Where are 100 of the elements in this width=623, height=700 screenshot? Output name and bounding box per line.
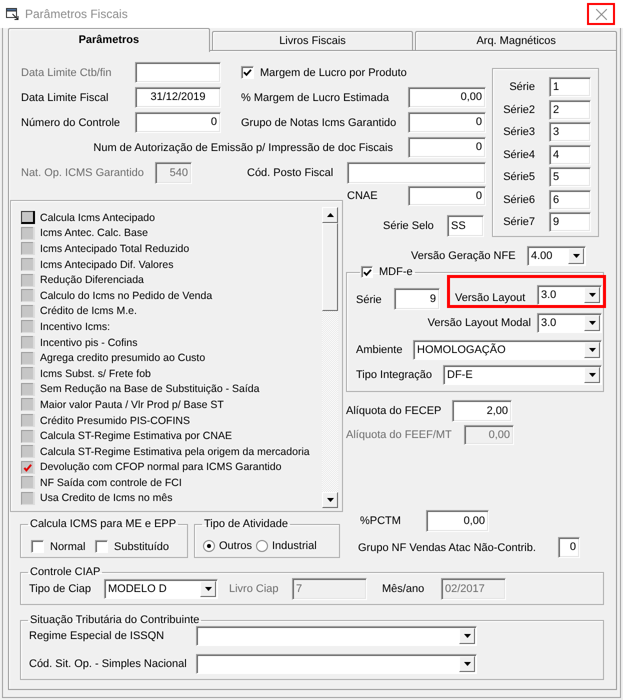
group-title: Calcula ICMS para ME e EPP bbox=[29, 518, 178, 530]
field-label: Num de Autorização de Emissão p/ Impressão de doc Fiscais bbox=[93, 142, 393, 154]
text-field[interactable]: 9 bbox=[549, 212, 591, 232]
dropdown[interactable]: HOMOLOGAÇÃO bbox=[413, 340, 602, 360]
text-field[interactable]: 3 bbox=[549, 122, 591, 142]
tab[interactable]: Livros Fiscais bbox=[212, 31, 414, 50]
dropdown-button[interactable] bbox=[584, 315, 600, 331]
field-label: Alíquota do FEEF/MT bbox=[346, 429, 452, 441]
list-checkbox-item[interactable]: NF Saída com controle de FCI bbox=[21, 475, 322, 491]
list-checkbox-item[interactable]: Calcula Icms Antecipado bbox=[21, 210, 322, 226]
text-field[interactable]: 9 bbox=[394, 288, 440, 310]
dropdown[interactable] bbox=[196, 654, 477, 674]
dropdown[interactable] bbox=[196, 626, 477, 646]
close-icon bbox=[596, 8, 606, 20]
list-checkbox-item[interactable]: Incentivo Icms: bbox=[21, 319, 322, 335]
group-title: Situação Tributária do Contribuinte bbox=[29, 614, 200, 626]
dropdown[interactable]: 3.0 bbox=[537, 285, 602, 305]
checkbox[interactable]: Normal bbox=[31, 540, 95, 553]
dropdown-button[interactable] bbox=[459, 628, 475, 644]
dropdown[interactable]: MODELO D bbox=[104, 579, 218, 599]
field-label: %PCTM bbox=[360, 515, 401, 527]
dropdown[interactable]: DF-E bbox=[443, 365, 602, 385]
caret-icon bbox=[572, 254, 580, 258]
field-label: Versão Layout Modal bbox=[428, 317, 531, 329]
dropdown-button[interactable] bbox=[584, 367, 600, 383]
field-label: CNAE bbox=[347, 190, 378, 202]
window-icon bbox=[6, 8, 19, 20]
text-field[interactable] bbox=[135, 62, 221, 83]
field-label: Série3 bbox=[503, 126, 535, 138]
scroll-down-button[interactable] bbox=[322, 492, 338, 508]
text-field[interactable]: 5 bbox=[549, 167, 591, 187]
text-field[interactable]: 0 bbox=[408, 137, 486, 158]
field-label: Alíquota do FECEP bbox=[346, 405, 442, 417]
field-label: Tipo Integração bbox=[356, 369, 432, 381]
checkbox[interactable]: Margem de Lucro por Produto bbox=[241, 66, 407, 79]
field-label: Ambiente bbox=[356, 344, 402, 356]
text-field[interactable]: 1 bbox=[549, 77, 591, 97]
list-checkbox-item[interactable]: Redução Diferenciada bbox=[21, 272, 322, 288]
dropdown-button[interactable] bbox=[459, 656, 475, 672]
field-label: Regime Especial de ISSQN bbox=[29, 630, 164, 642]
dropdown-button[interactable] bbox=[568, 248, 584, 264]
list-checkbox-item[interactable]: Crédito Presumido PIS-COFINS bbox=[21, 412, 322, 428]
text-field[interactable]: 0 bbox=[408, 112, 486, 133]
list-checkbox-item[interactable]: Incentivo pis - Cofins bbox=[21, 334, 322, 350]
window-title: Parâmetros Fiscais bbox=[25, 7, 128, 21]
field-label: % Margem de Lucro Estimada bbox=[241, 92, 389, 104]
text-field[interactable]: 0,00 bbox=[426, 510, 489, 532]
list-checkbox-item[interactable]: Maior valor Pauta / Vlr Prod p/ Base ST bbox=[21, 397, 322, 413]
list-checkbox-item[interactable]: Calcula ST-Regime Estimativa pela origem da mercadoria bbox=[21, 444, 322, 460]
field-label: Cód. Posto Fiscal bbox=[247, 167, 334, 179]
text-field[interactable]: 0 bbox=[558, 537, 580, 558]
list-checkbox-item[interactable]: Icms Antecipado Dif. Valores bbox=[21, 256, 322, 272]
dropdown-button[interactable] bbox=[200, 581, 216, 597]
dropdown[interactable]: 4.00 bbox=[527, 246, 586, 266]
text-field[interactable]: 6 bbox=[549, 190, 591, 210]
text-field[interactable]: 2 bbox=[549, 100, 591, 120]
text-field[interactable]: SS bbox=[447, 215, 484, 237]
scroll-up-button[interactable] bbox=[322, 207, 338, 223]
radio-button[interactable]: Industrial bbox=[256, 540, 317, 552]
caret-icon bbox=[464, 662, 470, 666]
field-label: Série5 bbox=[503, 171, 535, 183]
text-field[interactable]: 0 bbox=[408, 186, 486, 206]
list-checkbox-item[interactable]: Calculo do Icms no Pedido de Venda bbox=[21, 288, 322, 304]
field-label: Tipo de Ciap bbox=[29, 583, 91, 595]
text-field[interactable] bbox=[347, 162, 486, 184]
dropdown-button[interactable] bbox=[584, 287, 600, 303]
list-checkbox-item[interactable]: Icms Antecipado Total Reduzido bbox=[21, 241, 322, 257]
text-field[interactable]: 0,00 bbox=[408, 87, 486, 108]
field-label: Grupo NF Vendas Atac Não-Contrib. bbox=[358, 542, 536, 554]
field-label: Série bbox=[509, 81, 535, 93]
field-label: Grupo de Notas Icms Garantido bbox=[241, 116, 396, 128]
checkbox[interactable]: Substituído bbox=[95, 540, 170, 553]
list-checkbox-item[interactable]: Icms Antec. Calc. Base bbox=[21, 226, 322, 242]
list-checkbox-item[interactable]: Sem Redução na Base de Substituição - Saída bbox=[21, 382, 322, 398]
field-label: Livro Ciap bbox=[229, 583, 279, 595]
list-checkbox-item[interactable]: Agrega credito presumido ao Custo bbox=[21, 350, 322, 366]
radio-button[interactable]: Outros bbox=[203, 540, 256, 552]
dropdown[interactable]: 3.0 bbox=[537, 313, 602, 333]
checkbox[interactable]: MDF-e bbox=[361, 266, 413, 278]
scrollbar[interactable] bbox=[322, 207, 338, 508]
scroll-thumb[interactable] bbox=[322, 223, 338, 311]
dropdown-button[interactable] bbox=[584, 342, 600, 358]
list-checkbox-item[interactable]: Crédito de Icms M.e. bbox=[21, 304, 322, 320]
close-button[interactable] bbox=[587, 3, 615, 25]
tab[interactable]: Arq. Magnéticos bbox=[415, 31, 618, 50]
field-label: Cód. Sit. Op. - Simples Nacional bbox=[29, 658, 187, 670]
list-checkbox-item[interactable]: Icms Subst. s/ Frete fob bbox=[21, 366, 322, 382]
up-arrow-icon bbox=[326, 213, 334, 217]
list-checkbox-item[interactable]: Usa Credito de Icms no mês bbox=[21, 490, 322, 506]
text-field[interactable]: 2,00 bbox=[452, 400, 512, 422]
text-field[interactable]: 0 bbox=[135, 112, 221, 133]
list-checkbox-item[interactable]: Devolução com CFOP normal para ICMS Garantido bbox=[21, 460, 322, 476]
field-label: Série Selo bbox=[383, 220, 434, 232]
field-label: Série2 bbox=[503, 104, 535, 116]
tab[interactable]: Parâmetros bbox=[8, 28, 210, 52]
text-field[interactable]: 4 bbox=[549, 144, 591, 164]
text-field[interactable]: 31/12/2019 bbox=[135, 87, 221, 108]
field-label: Número do Controle bbox=[21, 116, 120, 128]
group-title: Controle CIAP bbox=[29, 566, 102, 578]
list-checkbox-item[interactable]: Calcula ST-Regime Estimativa por CNAE bbox=[21, 428, 322, 444]
